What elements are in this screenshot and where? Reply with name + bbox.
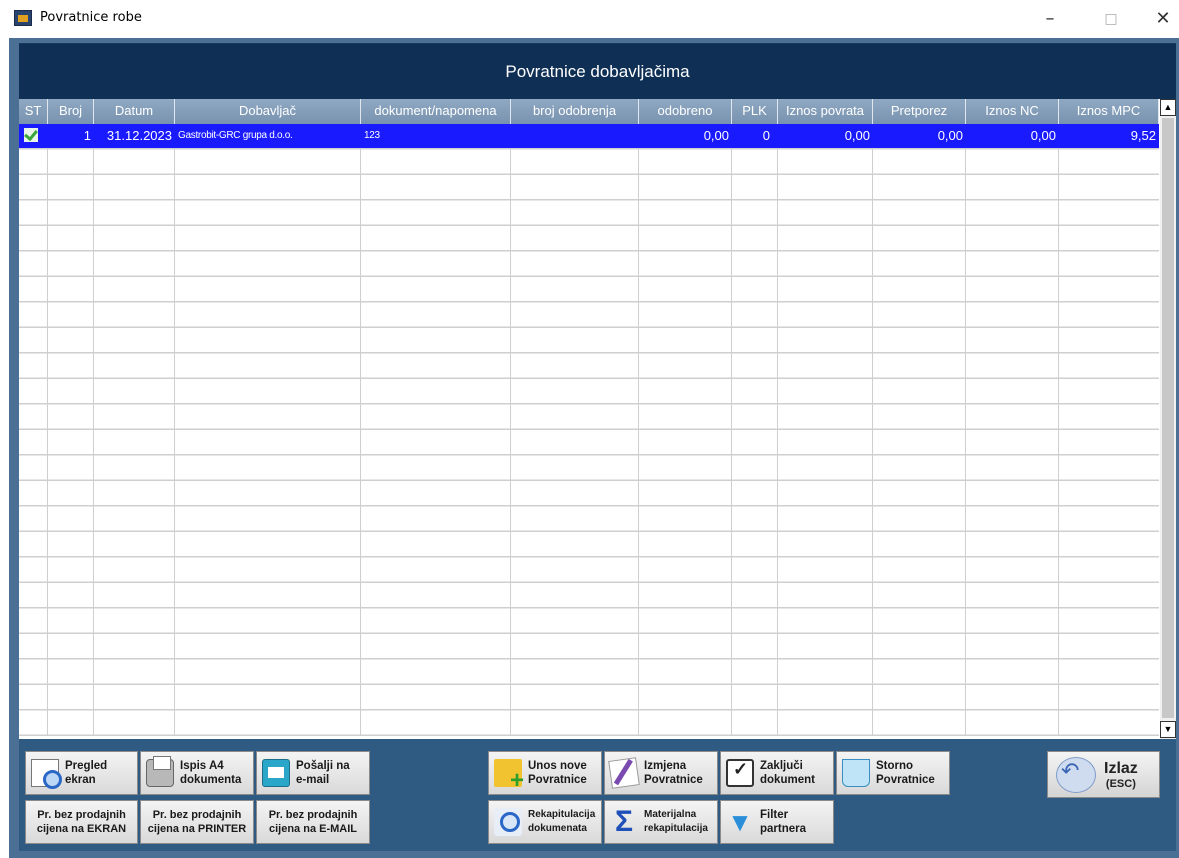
cell-pretporez: 0,00 [937,128,963,143]
table-row[interactable]: 1 31.12.2023 Gastrobit-GRC grupa d.o.o. … [19,124,1159,148]
status-cell [19,124,48,148]
scroll-up-button[interactable]: ▲ [1160,99,1176,116]
zakljuci-label: Zaključi dokument [760,760,815,786]
pregled-ekran-label: Pregled ekran [65,760,108,786]
materijalna-label: Materijalna rekapitulacija [644,809,708,834]
header-bar: Povratnice dobavljačima [19,44,1176,99]
izmjena-button[interactable]: Izmjena Povratnice [604,751,718,795]
vertical-scrollbar[interactable]: ▲ ▼ [1160,99,1176,739]
cell-iznos-mpc: 9,52 [1130,128,1156,143]
izlaz-shortcut: (ESC) [1105,777,1136,790]
storno-button[interactable]: Storno Povratnice [836,751,950,795]
back-arrow-icon [1056,756,1096,793]
new-folder-icon [494,759,524,793]
cell-broj: 1 [83,128,91,143]
grid-body[interactable]: 1 31.12.2023 Gastrobit-GRC grupa d.o.o. … [19,124,1159,736]
edit-icon [608,757,640,789]
preview-icon [31,759,62,789]
returns-grid[interactable]: ST Broj Datum Dobavljač dokument/napomen… [19,99,1176,739]
filter-icon: ▼ [727,807,753,837]
mail-icon [262,759,290,787]
main-panel: Povratnice dobavljačima ST Broj Datum Do… [19,43,1176,851]
page-title: Povratnice dobavljačima [505,62,690,81]
column-header-iznos-mpc[interactable]: Iznos MPC [1059,99,1159,124]
izmjena-label: Izmjena Povratnice [644,760,703,786]
window-title: Povratnice robe [40,10,142,25]
rekapitulacija-label: Rekapitulacija dokumenata [528,809,596,834]
pr-ekran-button[interactable]: Pr. bez prodajnih cijena na EKRAN [25,800,138,844]
column-header-dokument[interactable]: dokument/napomena [361,99,511,124]
unos-nove-label: Unos nove Povratnice [528,760,587,786]
filter-partnera-label: Filter partnera [760,809,807,835]
column-header-datum[interactable]: Datum [94,99,175,124]
posalji-email-button[interactable]: Pošalji na e-mail [256,751,370,795]
pr-printer-button[interactable]: Pr. bez prodajnih cijena na PRINTER [140,800,254,844]
izlaz-label-group: Izlaz (ESC) [1104,760,1138,790]
grid-header: ST Broj Datum Dobavljač dokument/napomen… [19,99,1159,124]
ispis-a4-button[interactable]: Ispis A4 dokumenta [140,751,254,795]
zakljuci-button[interactable]: Zaključi dokument [720,751,834,795]
column-header-odobreno[interactable]: odobreno [639,99,732,124]
pregled-ekran-button[interactable]: Pregled ekran [25,751,138,795]
magnifier-icon [494,808,522,836]
app-icon [14,10,32,26]
izlaz-button[interactable]: Izlaz (ESC) [1047,751,1160,798]
close-button[interactable]: ✕ [1148,6,1178,32]
column-header-iznos-povrata[interactable]: Iznos povrata [778,99,873,124]
column-header-plk[interactable]: PLK [732,99,778,124]
sigma-icon: Σ [614,805,633,838]
cell-broj-odobrenja [511,124,639,148]
window-titlebar: Povratnice robe – □ ✕ [0,0,1179,38]
cell-iznos-povrata: 0,00 [844,128,870,143]
minimize-button[interactable]: – [1035,6,1065,32]
cell-plk: 0 [762,128,770,143]
clipboard-check-icon [726,759,754,787]
check-icon [24,128,38,142]
cell-datum: 31.12.2023 [106,128,172,143]
cell-dokument: 123 [364,130,380,141]
column-header-broj-odobrenja[interactable]: broj odobrenja [511,99,639,124]
unos-nove-button[interactable]: Unos nove Povratnice [488,751,602,795]
ispis-a4-label: Ispis A4 dokumenta [180,760,242,786]
filter-partnera-button[interactable]: ▼ Filter partnera [720,800,834,844]
column-header-pretporez[interactable]: Pretporez [873,99,966,124]
cell-dobavljac: Gastrobit-GRC grupa d.o.o. [178,130,293,141]
printer-icon [146,756,174,787]
column-header-broj[interactable]: Broj [48,99,94,124]
cell-iznos-nc: 0,00 [1030,128,1056,143]
column-header-st[interactable]: ST [19,99,48,124]
storno-label: Storno Povratnice [876,760,935,786]
pr-email-button[interactable]: Pr. bez prodajnih cijena na E-MAIL [256,800,370,844]
scroll-down-button[interactable]: ▼ [1160,721,1176,738]
cell-odobreno: 0,00 [703,128,729,143]
window-frame: Povratnice dobavljačima ST Broj Datum Do… [9,38,1179,858]
bin-icon [842,759,870,787]
materijalna-button[interactable]: Σ Materijalna rekapitulacija [604,800,718,844]
column-header-dobavljac[interactable]: Dobavljač [175,99,361,124]
maximize-button[interactable]: □ [1096,6,1126,32]
rekapitulacija-button[interactable]: Rekapitulacija dokumenata [488,800,602,844]
column-header-iznos-nc[interactable]: Iznos NC [966,99,1059,124]
posalji-email-label: Pošalji na e-mail [296,760,350,786]
scroll-thumb[interactable] [1162,118,1174,718]
izlaz-label: Izlaz [1104,759,1138,777]
